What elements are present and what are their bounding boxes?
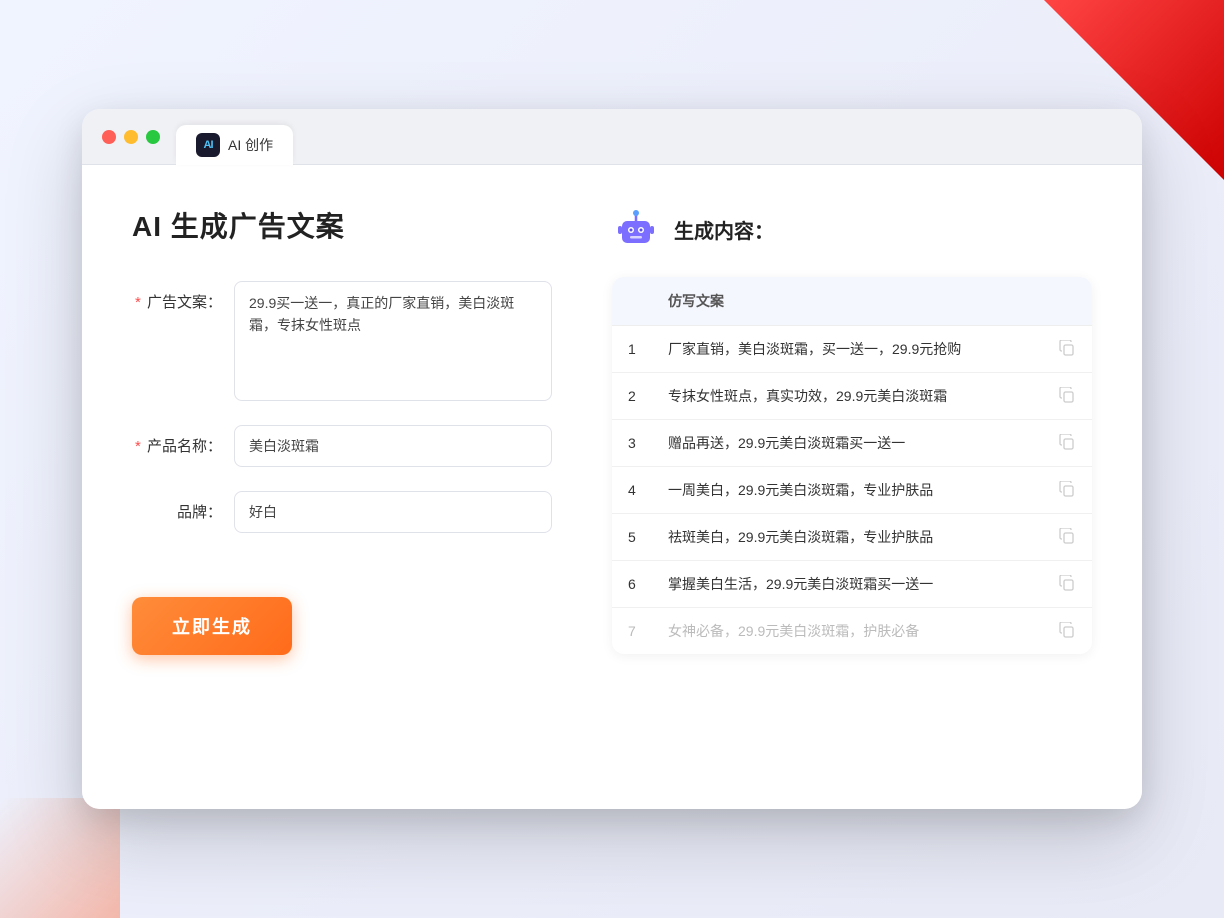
main-content: AI 生成广告文案 * 广告文案： * 产品名称： 品牌 [82,165,1142,809]
product-name-input[interactable] [234,425,552,467]
copy-icon-cell [1042,467,1092,514]
table-row: 5祛斑美白，29.9元美白淡斑霜，专业护肤品 [612,514,1092,561]
copy-icon-cell [1042,420,1092,467]
generate-button[interactable]: 立即生成 [132,597,292,655]
table-header-row: 仿写文案 [612,277,1092,326]
copy-icon-cell [1042,326,1092,373]
row-text: 厂家直销，美白淡斑霜，买一送一，29.9元抢购 [652,326,1042,373]
row-number: 7 [612,608,652,655]
maximize-button[interactable] [146,130,160,144]
copy-icon-cell [1042,608,1092,655]
required-star: * [135,294,141,311]
copy-icon[interactable] [1058,527,1076,545]
required-star-2: * [135,438,141,455]
copy-icon[interactable] [1058,480,1076,498]
result-header: 生成内容： [612,205,1092,253]
table-header-text: 仿写文案 [652,277,1042,326]
tab-label: AI 创作 [228,135,273,155]
brand-input[interactable] [234,491,552,533]
results-table: 仿写文案 1厂家直销，美白淡斑霜，买一送一，29.9元抢购 2专抹女性斑点，真实… [612,277,1092,654]
row-number: 6 [612,561,652,608]
window-controls [102,130,160,144]
table-row: 7女神必备，29.9元美白淡斑霜，护肤必备 [612,608,1092,655]
row-text: 掌握美白生活，29.9元美白淡斑霜买一送一 [652,561,1042,608]
right-panel: 生成内容： 仿写文案 1厂家直销，美白淡斑霜，买一送一，29.9元抢购 2专抹女… [612,205,1092,769]
table-row: 2专抹女性斑点，真实功效，29.9元美白淡斑霜 [612,373,1092,420]
page-title: AI 生成广告文案 [132,205,552,245]
copy-icon[interactable] [1058,574,1076,592]
close-button[interactable] [102,130,116,144]
row-number: 5 [612,514,652,561]
tab-icon: AI [196,133,220,157]
table-row: 4一周美白，29.9元美白淡斑霜，专业护肤品 [612,467,1092,514]
table-row: 3赠品再送，29.9元美白淡斑霜买一送一 [612,420,1092,467]
robot-icon [612,205,660,253]
row-number: 1 [612,326,652,373]
row-text: 赠品再送，29.9元美白淡斑霜买一送一 [652,420,1042,467]
copy-icon[interactable] [1058,433,1076,451]
row-number: 2 [612,373,652,420]
row-number: 4 [612,467,652,514]
product-name-group: * 产品名称： [132,425,552,467]
row-text: 专抹女性斑点，真实功效，29.9元美白淡斑霜 [652,373,1042,420]
table-row: 6掌握美白生活，29.9元美白淡斑霜买一送一 [612,561,1092,608]
row-text: 一周美白，29.9元美白淡斑霜，专业护肤品 [652,467,1042,514]
ai-tab[interactable]: AI AI 创作 [176,125,293,165]
minimize-button[interactable] [124,130,138,144]
copy-icon-cell [1042,561,1092,608]
table-header-num [612,277,652,326]
row-text: 女神必备，29.9元美白淡斑霜，护肤必备 [652,608,1042,655]
copy-icon-cell [1042,373,1092,420]
ad-copy-group: * 广告文案： [132,281,552,401]
brand-group: 品牌： [132,491,552,533]
table-row: 1厂家直销，美白淡斑霜，买一送一，29.9元抢购 [612,326,1092,373]
left-panel: AI 生成广告文案 * 广告文案： * 产品名称： 品牌 [132,205,552,769]
corner-decoration-bottom [0,798,120,918]
copy-icon[interactable] [1058,621,1076,639]
result-title: 生成内容： [674,215,774,244]
table-header-copy [1042,277,1092,326]
row-number: 3 [612,420,652,467]
copy-icon[interactable] [1058,339,1076,357]
product-name-label: * 产品名称： [132,425,222,456]
ad-copy-input[interactable] [234,281,552,401]
copy-icon-cell [1042,514,1092,561]
copy-icon[interactable] [1058,386,1076,404]
title-bar: AI AI 创作 [82,109,1142,165]
ad-copy-label: * 广告文案： [132,281,222,312]
row-text: 祛斑美白，29.9元美白淡斑霜，专业护肤品 [652,514,1042,561]
browser-window: AI AI 创作 AI 生成广告文案 * 广告文案： * 产品名称： [82,109,1142,809]
brand-label: 品牌： [132,491,222,522]
